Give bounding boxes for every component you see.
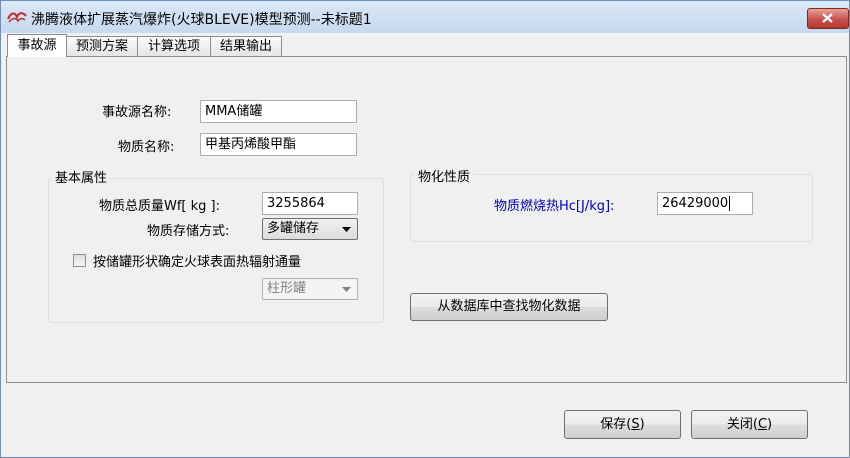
title-bar[interactable]: 沸腾液体扩展蒸汽爆炸(火球BLEVE)模型预测--未标题1	[1, 1, 849, 33]
chevron-down-icon	[342, 287, 351, 292]
tank-shape-select[interactable]: 柱形罐	[262, 278, 358, 300]
source-name-label: 事故源名称:	[102, 105, 172, 120]
tab-prediction-plan[interactable]: 预测方案	[66, 36, 138, 56]
tank-shape-value: 柱形罐	[267, 281, 307, 296]
close-accelerator: C	[757, 417, 768, 432]
combustion-heat-label: 物质燃烧热Hc[J/kg]:	[494, 199, 615, 214]
storage-mode-value: 多罐储存	[267, 221, 320, 236]
text-caret	[729, 196, 731, 211]
window-title: 沸腾液体扩展蒸汽爆炸(火球BLEVE)模型预测--未标题1	[31, 12, 372, 28]
mass-input[interactable]: 3255864	[262, 192, 358, 215]
lookup-database-button[interactable]: 从数据库中查找物化数据	[410, 293, 608, 321]
window-close-button[interactable]	[807, 8, 849, 29]
tab-calc-options[interactable]: 计算选项	[137, 36, 211, 56]
tab-result-output[interactable]: 结果输出	[210, 36, 282, 56]
basic-properties-title: 基本属性	[52, 167, 111, 186]
mass-label: 物质总质量Wf[ kg ]:	[99, 199, 220, 214]
source-name-input[interactable]: MMA储罐	[200, 100, 357, 123]
tank-shape-checkbox[interactable]	[73, 254, 86, 267]
substance-name-label: 物质名称:	[118, 140, 175, 155]
dialog-window: 沸腾液体扩展蒸汽爆炸(火球BLEVE)模型预测--未标题1 事故源 预测方案 计…	[0, 0, 850, 458]
combustion-heat-value: 26429000	[662, 196, 729, 211]
tank-shape-checkbox-label[interactable]: 按储罐形状确定火球表面热辐射通量	[93, 251, 301, 270]
storage-mode-select[interactable]: 多罐储存	[262, 218, 358, 240]
close-button-label: 关闭	[726, 417, 753, 432]
close-button[interactable]: 关闭(C)	[691, 410, 808, 439]
save-button[interactable]: 保存(S)	[564, 410, 681, 439]
close-icon	[822, 13, 833, 23]
save-button-label: 保存	[600, 417, 627, 432]
tab-panel-accident-source: 事故源名称: MMA储罐 物质名称: 甲基丙烯酸甲酯 基本属性 物质总质量Wf[…	[6, 56, 847, 383]
physchem-properties-title: 物化性质	[415, 166, 474, 185]
substance-name-input[interactable]: 甲基丙烯酸甲酯	[200, 133, 357, 156]
storage-mode-label: 物质存储方式:	[147, 224, 230, 239]
save-accelerator: S	[631, 417, 640, 432]
chevron-down-icon	[342, 227, 351, 232]
app-logo-icon	[7, 12, 27, 23]
combustion-heat-input[interactable]: 26429000	[657, 192, 753, 215]
tab-accident-source[interactable]: 事故源	[7, 34, 67, 57]
